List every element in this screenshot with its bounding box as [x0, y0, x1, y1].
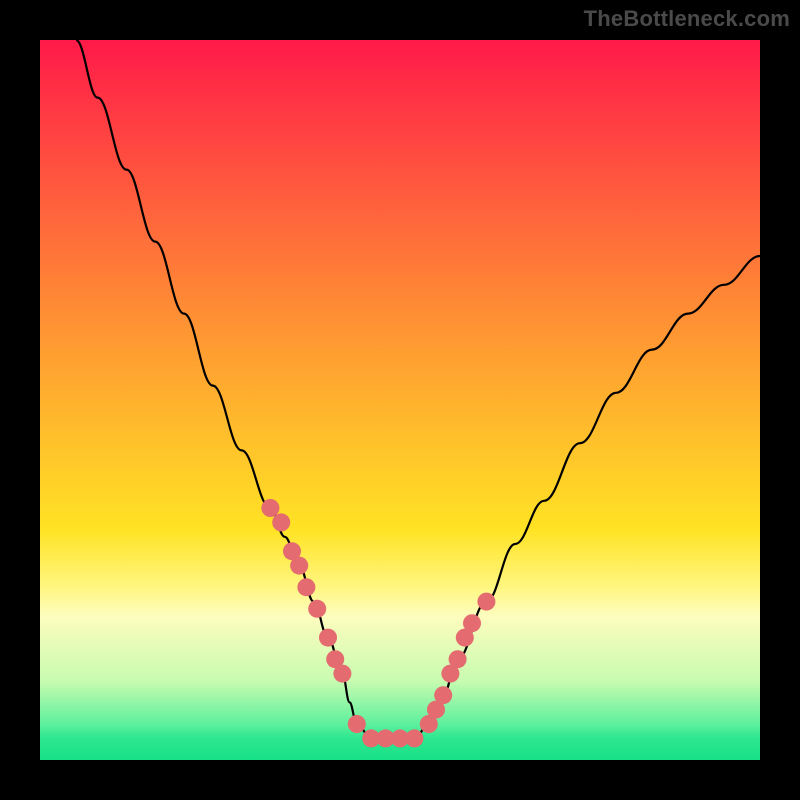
bottleneck-curve [76, 40, 760, 738]
watermark-text: TheBottleneck.com [584, 6, 790, 32]
chart-svg [40, 40, 760, 760]
chart-frame: TheBottleneck.com [0, 0, 800, 800]
data-marker [261, 499, 279, 517]
data-marker [308, 600, 326, 618]
data-marker [297, 578, 315, 596]
data-marker [405, 729, 423, 747]
data-marker [449, 650, 467, 668]
data-marker [434, 686, 452, 704]
data-marker [290, 557, 308, 575]
data-marker [348, 715, 366, 733]
data-marker [477, 593, 495, 611]
data-marker [272, 513, 290, 531]
data-marker [319, 629, 337, 647]
marker-group [261, 499, 495, 747]
data-marker [333, 665, 351, 683]
data-marker [463, 614, 481, 632]
plot-area [40, 40, 760, 760]
